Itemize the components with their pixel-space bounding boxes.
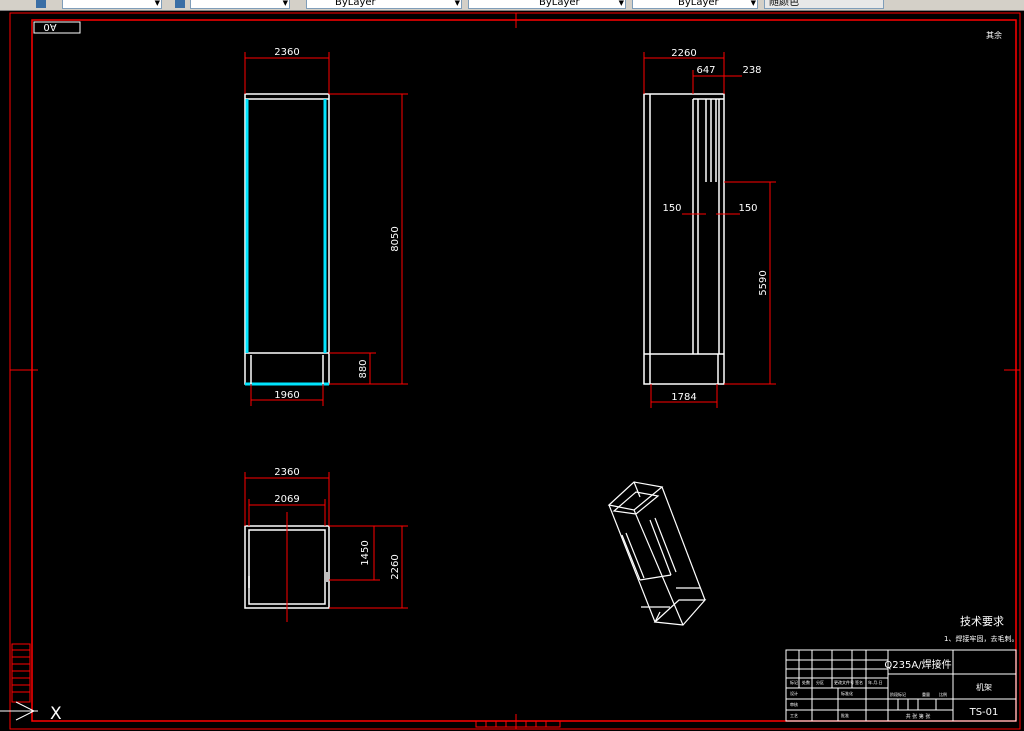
title-label-zone: 分区 <box>816 679 824 685</box>
title-label-date: 年.月.日 <box>868 679 883 685</box>
title-label-review: 审核 <box>790 701 798 707</box>
outer-frame <box>9 12 1021 730</box>
inner-frame <box>31 19 1017 722</box>
title-label-design: 设计 <box>790 690 798 696</box>
dim-side-238: 238 <box>742 65 761 76</box>
dim-side-height: 5590 <box>758 270 769 295</box>
dim-front-base: 880 <box>358 359 369 378</box>
dim-side-width-top: 2260 <box>671 48 696 59</box>
title-drawing-number: TS-01 <box>969 707 999 718</box>
dim-front-width-top: 2360 <box>274 47 299 58</box>
title-label-mark: 标记 <box>790 679 798 685</box>
title-label-weight: 重量 <box>922 691 930 697</box>
tech-req-title: 技术要求 <box>960 615 1004 628</box>
dim-side-width-bottom: 1784 <box>671 392 696 403</box>
ucs-x-label: X <box>50 704 62 724</box>
dim-front-height: 8050 <box>390 226 401 251</box>
tech-req-line1: 1、焊接牢固，去毛刺。 <box>944 634 1018 643</box>
isometric-view[interactable] <box>607 481 707 626</box>
dim-side-150-left: 150 <box>662 203 681 214</box>
dim-side-647: 647 <box>696 65 715 76</box>
title-block: Q235A/焊接件 机架 TS-01 共 张 第 张 标记 处数 分区 更改文件… <box>785 649 1017 722</box>
title-label-change: 更改文件号 <box>834 679 854 685</box>
title-material: Q235A/焊接件 <box>884 658 951 671</box>
title-label-standard: 标准化 <box>841 690 853 696</box>
dim-top-1450: 1450 <box>360 540 371 565</box>
drawing-canvas[interactable]: A0 其余 2360 8050 880 1960 2260 647 238 15… <box>0 0 1024 731</box>
sheet-label: A0 <box>43 21 56 32</box>
title-label-approve: 批准 <box>841 712 849 718</box>
title-label-stage: 阶段标记 <box>890 691 906 697</box>
bottom-ruler <box>475 720 561 728</box>
title-label-sign: 签名 <box>855 679 863 685</box>
side-view[interactable]: 2260 647 238 150 150 5590 1784 <box>643 48 776 408</box>
title-label-scale: 比例 <box>939 691 947 697</box>
dim-top-inner: 2069 <box>274 494 299 505</box>
title-label-process: 工艺 <box>790 713 798 718</box>
dim-front-width-bottom: 1960 <box>274 390 299 401</box>
dim-top-outer: 2360 <box>274 467 299 478</box>
left-side-strip <box>11 643 31 703</box>
centering-marks <box>10 13 1020 729</box>
title-part-name: 机架 <box>976 682 992 692</box>
top-view[interactable]: 2360 2069 1450 2260 <box>244 467 408 622</box>
front-view[interactable]: 2360 8050 880 1960 <box>244 47 408 406</box>
title-sheet-count: 共 张 第 张 <box>906 713 931 720</box>
title-label-count: 处数 <box>802 679 810 685</box>
roughness-note: 其余 <box>986 30 1002 40</box>
dim-side-150-right: 150 <box>738 203 757 214</box>
dim-top-2260: 2260 <box>390 554 401 579</box>
